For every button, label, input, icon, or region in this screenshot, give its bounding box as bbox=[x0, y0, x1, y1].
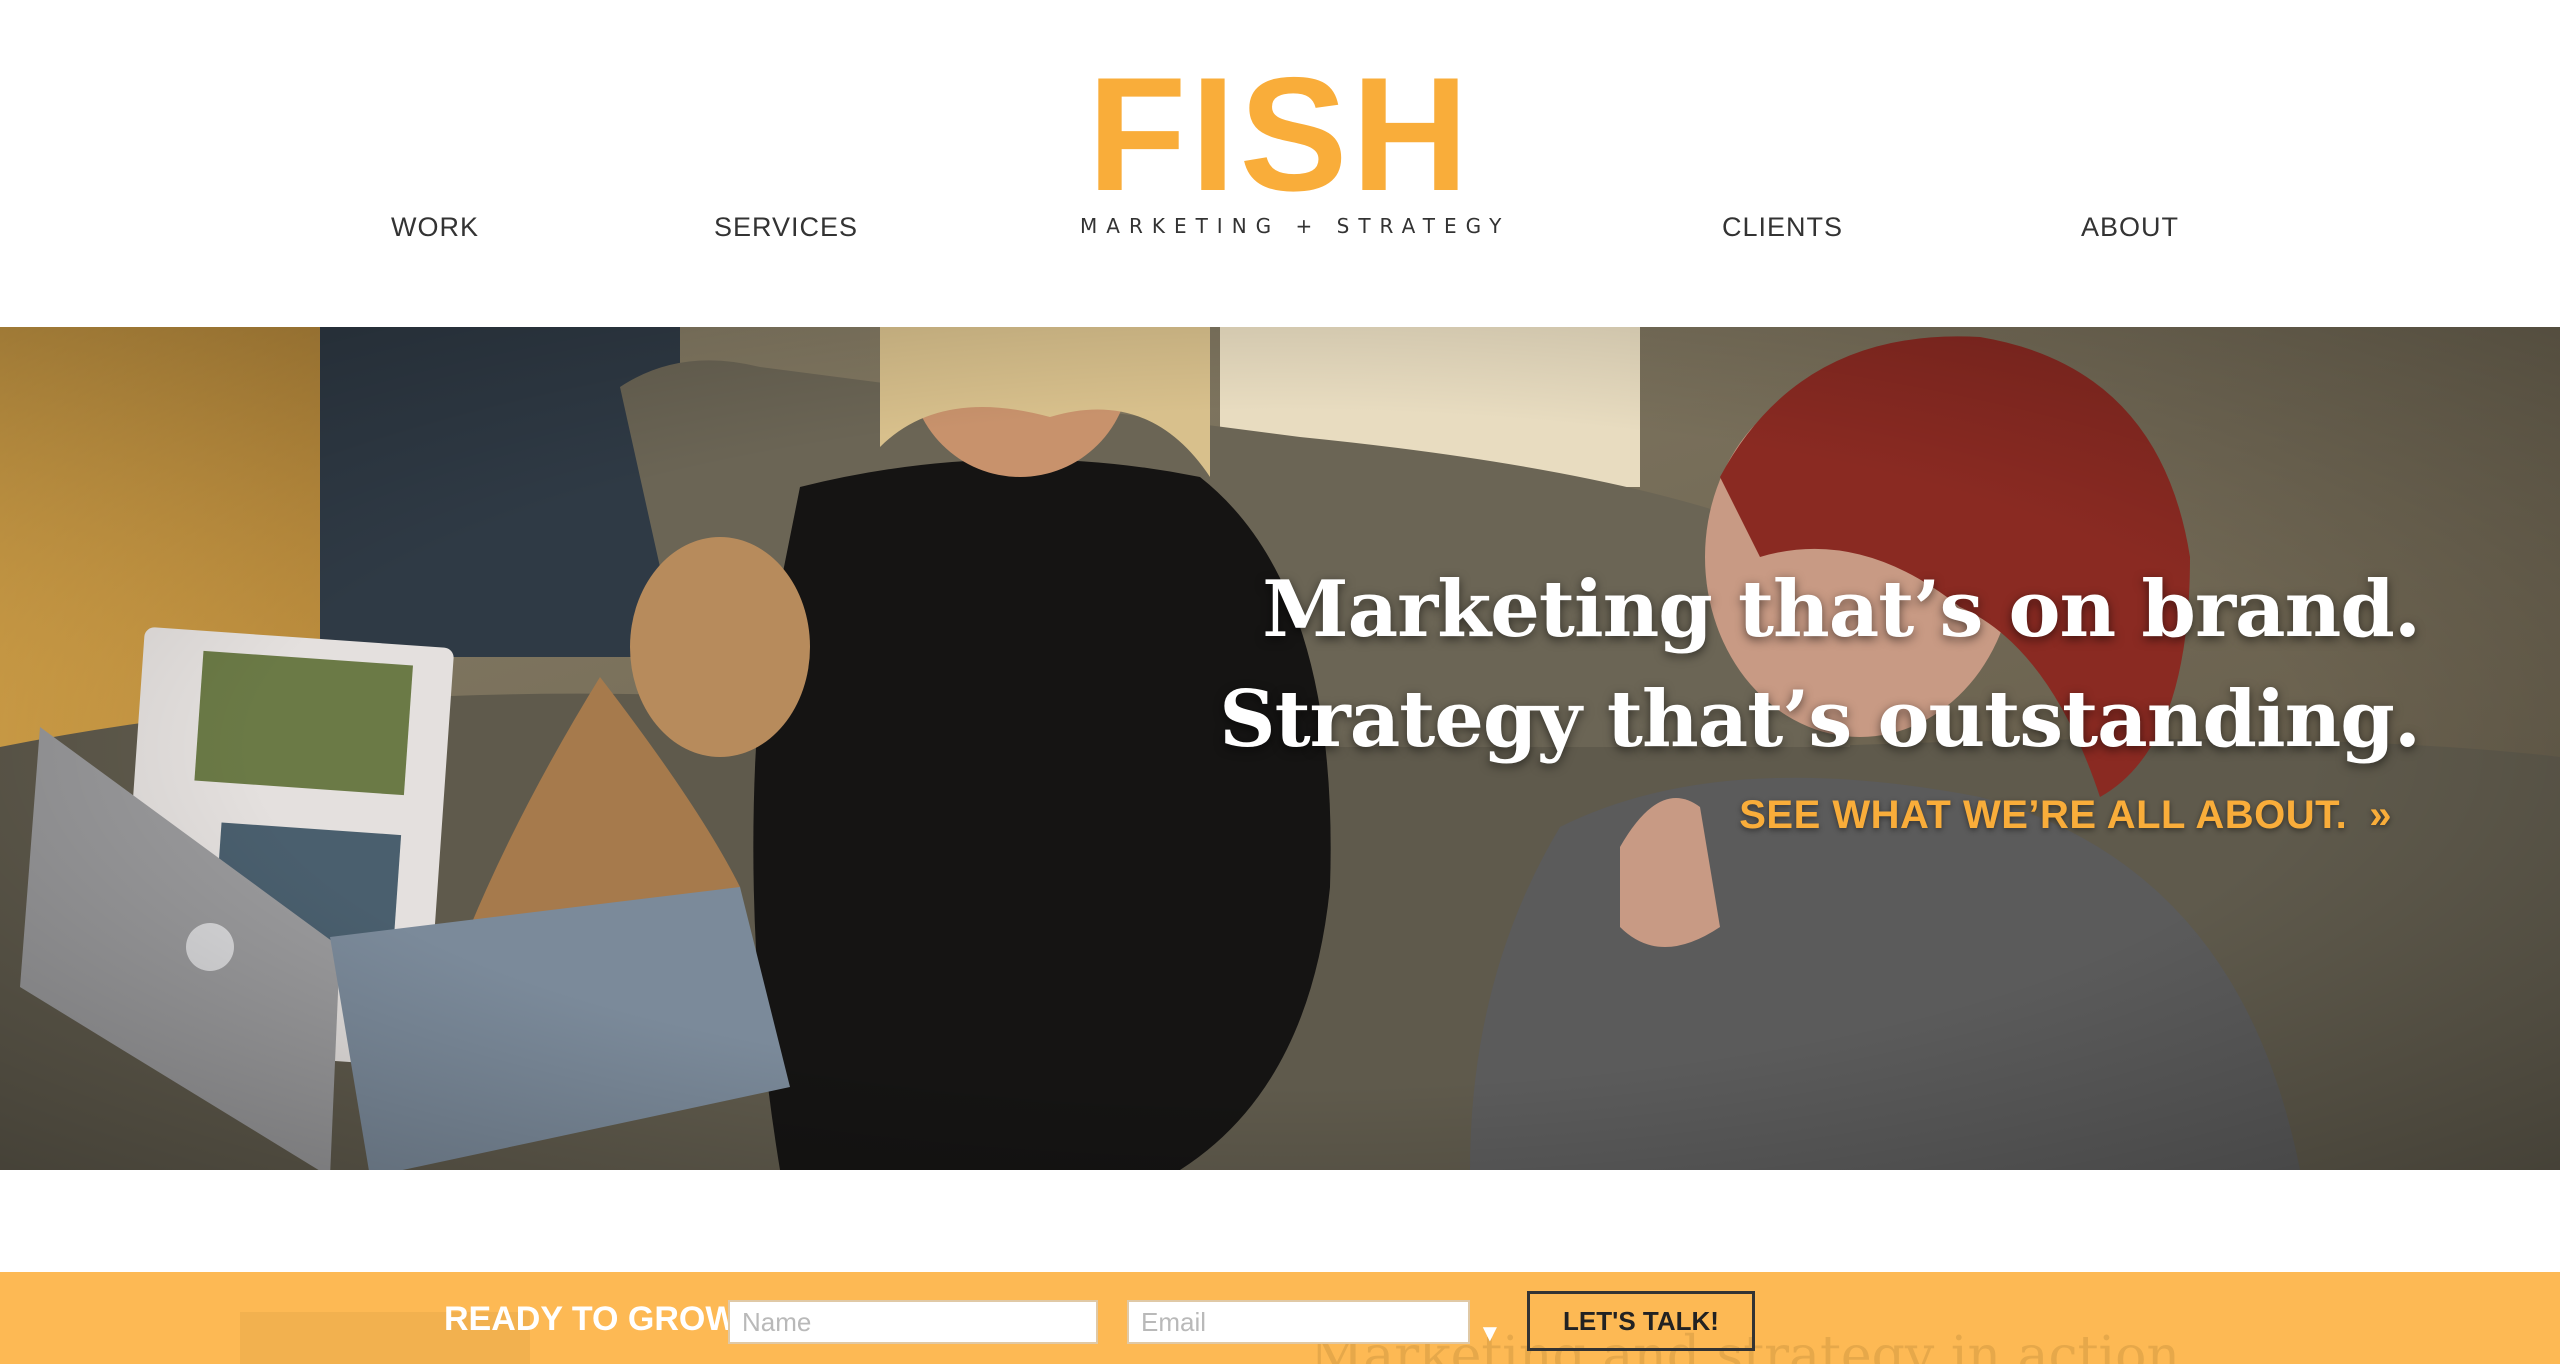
hero-text: Marketing that’s on brand. Strategy that… bbox=[1219, 555, 2421, 838]
hero-cta-label: SEE WHAT WE’RE ALL ABOUT. bbox=[1739, 793, 2348, 837]
nav-item-clients[interactable]: CLIENTS bbox=[1722, 212, 1843, 243]
hero-banner: Marketing that’s on brand. Strategy that… bbox=[0, 327, 2560, 1170]
fish-logo[interactable]: FISH MARKETING + STRATEGY bbox=[1080, 44, 1511, 250]
nav-item-work[interactable]: WORK bbox=[391, 212, 479, 243]
chevron-double-right-icon: » bbox=[2369, 793, 2392, 837]
lead-bar-label: READY TO GROW? bbox=[444, 1300, 759, 1338]
email-field[interactable] bbox=[1127, 1300, 1470, 1344]
hero-headline-line-2: Strategy that’s outstanding. bbox=[1219, 674, 2421, 765]
hero-cta-link[interactable]: SEE WHAT WE’RE ALL ABOUT. » bbox=[1739, 793, 2392, 838]
lead-capture-bar: Marketing and strategy in action READY T… bbox=[0, 1272, 2560, 1364]
site-header: FISH MARKETING + STRATEGY WORK SERVICES … bbox=[0, 0, 2560, 327]
logo-tagline: MARKETING + STRATEGY bbox=[1080, 214, 1511, 238]
nav-item-about[interactable]: ABOUT bbox=[2081, 212, 2179, 243]
logo-wordmark: FISH bbox=[1087, 44, 1473, 225]
hero-headline-line-1: Marketing that’s on brand. bbox=[1262, 564, 2421, 655]
caret-down-icon: ▼ bbox=[1478, 1320, 1502, 1347]
name-field[interactable] bbox=[728, 1300, 1098, 1344]
lets-talk-button[interactable]: LET'S TALK! bbox=[1527, 1291, 1755, 1351]
nav-item-services[interactable]: SERVICES bbox=[714, 212, 858, 243]
